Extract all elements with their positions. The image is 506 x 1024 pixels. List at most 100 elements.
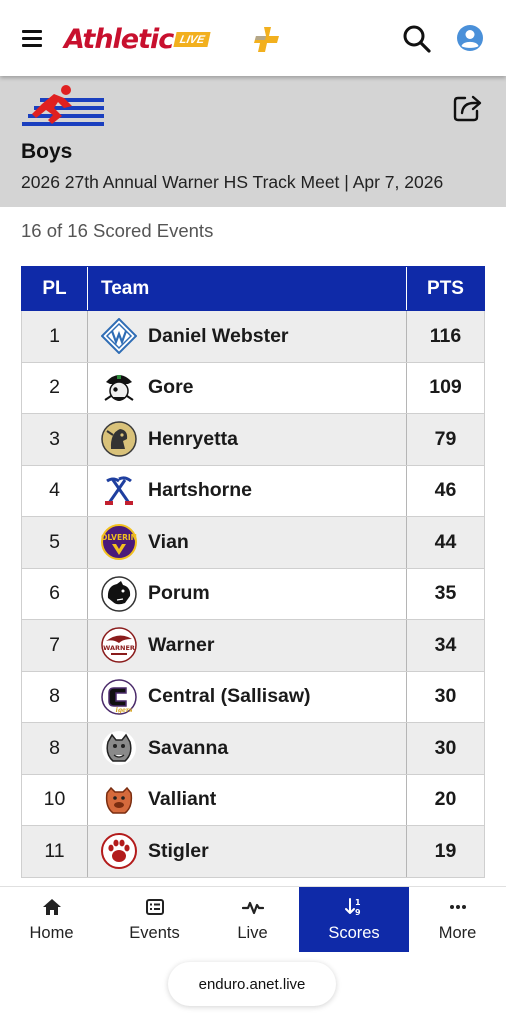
place-cell: 2 [22,362,88,413]
home-icon [42,899,61,915]
place-cell: 11 [22,826,88,877]
more-dots-icon [449,905,466,909]
team-cell[interactable]: OLVERIN Vian [88,517,407,568]
table-row[interactable]: 6 Porum 35 [21,568,485,620]
team-cell[interactable]: Savanna [88,723,407,774]
points-cell: 34 [434,633,457,656]
brand-live-badge: LIVE [173,31,212,47]
nav-more[interactable]: More [409,887,506,952]
points-cell: 79 [434,427,457,450]
table-body: 1 Daniel Webster 116 2 Gore 109 3 Henryetta 79 4 H… [21,311,485,878]
place-cell: 8 [22,723,88,774]
points-cell: 19 [434,839,457,862]
bottom-navigation: Home Events Live 1 9 Scores More [0,886,506,952]
scored-events-count: 16 of 16 Scored Events [21,220,214,241]
table-row[interactable]: 7 WARNER Warner 34 [21,620,485,672]
savanna-bulldog-logo-icon [101,730,137,766]
athletic-live-logo[interactable]: Athletic LIVE [64,22,212,56]
table-row[interactable]: 8 Savanna 30 [21,723,485,775]
menu-icon[interactable] [22,30,42,48]
nav-live[interactable]: Live [206,887,299,952]
place-cell: 8 [22,671,88,722]
points-cell: 109 [429,376,462,399]
points-cell: 30 [434,736,457,759]
nav-live-label: Live [237,924,268,942]
svg-text:igers: igers [116,707,133,714]
points-cell: 116 [429,324,462,347]
search-icon[interactable] [402,24,432,54]
table-header: PL Team PTS [21,266,485,311]
sort-scores-icon: 1 9 [345,898,361,917]
team-name[interactable]: Hartshorne [148,479,252,502]
table-row[interactable]: 3 Henryetta 79 [21,414,485,466]
live-pulse-icon [241,901,264,915]
team-cell[interactable]: Porum [88,568,407,619]
team-cell[interactable]: Daniel Webster [88,311,407,362]
daniel-webster-logo-icon [100,317,138,355]
vian-wolverine-logo-icon: OLVERIN [101,524,137,561]
plus-logo-icon[interactable] [252,24,282,54]
team-cell[interactable]: igers Central (Sallisaw) [88,671,407,722]
table-row[interactable]: 1 Daniel Webster 116 [21,311,485,363]
table-row[interactable]: 4 Hartshorne 46 [21,465,485,517]
brand-name: Athletic [64,23,174,55]
team-name[interactable]: Warner [148,634,214,657]
table-row[interactable]: 5 OLVERIN Vian 44 [21,517,485,569]
meet-subtitle: 2026 27th Annual Warner HS Track Meet | … [21,172,444,192]
team-name[interactable]: Central (Sallisaw) [148,685,311,708]
table-row[interactable]: 10 Valliant 20 [21,774,485,826]
team-cell[interactable]: Valliant [88,774,407,825]
team-cell[interactable]: WARNER Warner [88,620,407,671]
team-name[interactable]: Gore [148,376,194,399]
team-name[interactable]: Stigler [148,840,209,863]
points-cell: 35 [434,582,457,605]
share-icon[interactable] [452,92,484,122]
place-cell: 4 [22,465,88,516]
team-name[interactable]: Porum [148,582,210,605]
team-scores-table: PL Team PTS 1 Daniel Webster 116 2 Gore 109 3 H… [21,266,485,878]
column-header-place[interactable]: PL [22,267,88,310]
team-name[interactable]: Henryetta [148,428,238,451]
warner-eagle-logo-icon: WARNER [101,627,137,663]
top-app-bar: Athletic LIVE [0,0,506,76]
team-cell[interactable]: Gore [88,362,407,413]
svg-text:9: 9 [355,908,361,917]
runner-logo-icon [22,85,104,126]
table-row[interactable]: 8 igers Central (Sallisaw) 30 [21,671,485,723]
hartshorne-miner-logo-icon [101,473,137,509]
team-cell[interactable]: Stigler [88,826,407,877]
team-name[interactable]: Valliant [148,788,216,811]
svg-text:WARNER: WARNER [103,644,135,652]
svg-text:OLVERIN: OLVERIN [101,533,137,542]
team-cell[interactable]: Hartshorne [88,465,407,516]
valliant-bulldog-logo-icon [101,782,137,818]
meet-header: Boys 2026 27th Annual Warner HS Track Me… [0,76,506,207]
team-cell[interactable]: Henryetta [88,414,407,465]
gender-title: Boys [21,140,73,163]
nav-home[interactable]: Home [0,887,103,952]
porum-panther-logo-icon [101,576,137,612]
place-cell: 3 [22,414,88,465]
nav-events-label: Events [129,924,180,942]
team-name[interactable]: Savanna [148,737,228,760]
column-header-points[interactable]: PTS [407,267,484,310]
nav-events[interactable]: Events [103,887,206,952]
table-row[interactable]: 11 Stigler 19 [21,826,485,878]
nav-scores[interactable]: 1 9 Scores [299,887,409,952]
nav-home-label: Home [29,924,74,942]
place-cell: 5 [22,517,88,568]
browser-url-bar[interactable]: enduro.anet.live [168,962,336,1006]
central-c-logo-icon: igers [101,679,137,715]
events-list-icon [145,899,164,915]
gore-pirate-logo-icon [101,370,137,406]
team-name[interactable]: Daniel Webster [148,325,289,348]
table-row[interactable]: 2 Gore 109 [21,362,485,414]
stigler-paw-logo-icon [101,833,137,870]
user-account-icon[interactable] [456,24,484,52]
column-header-team[interactable]: Team [88,267,407,310]
place-cell: 1 [22,311,88,362]
team-name[interactable]: Vian [148,531,189,554]
points-cell: 20 [434,788,457,811]
nav-scores-label: Scores [328,924,380,942]
nav-more-label: More [438,924,477,942]
